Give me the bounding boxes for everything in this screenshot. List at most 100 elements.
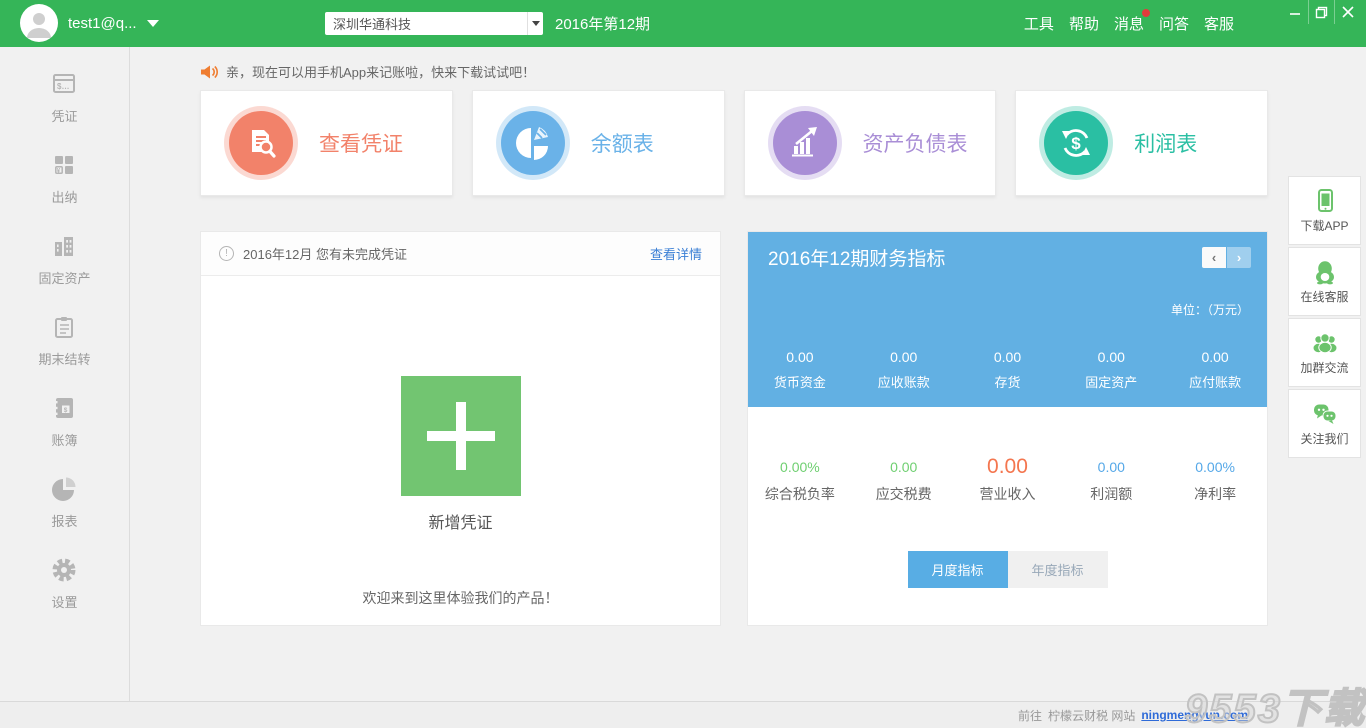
menu-messages[interactable]: 消息 bbox=[1114, 13, 1144, 34]
follow-us-button[interactable]: 关注我们 bbox=[1288, 389, 1361, 458]
tab-annual-indicators[interactable]: 年度指标 bbox=[1008, 551, 1108, 588]
info-icon: ! bbox=[219, 246, 234, 261]
select-arrow-zone[interactable] bbox=[527, 12, 543, 35]
welcome-text: 欢迎来到这里体验我们的产品！ bbox=[201, 588, 720, 608]
balance-table-icon bbox=[501, 111, 565, 175]
notice-text: 亲，现在可以用手机App来记账啦，快来下载试试吧！ bbox=[226, 62, 535, 81]
period-closing-icon bbox=[51, 314, 77, 340]
card-label: 利润表 bbox=[1134, 128, 1197, 158]
sidebar-item-fixed-assets[interactable]: 固定资产 bbox=[38, 233, 90, 287]
tool-label: 加群交流 bbox=[1300, 359, 1348, 376]
menu-qa[interactable]: 问答 bbox=[1159, 13, 1189, 34]
view-voucher-icon bbox=[229, 111, 293, 175]
finance-panel: 2016年12期财务指标 ‹ › 单位：（万元） 0.00 货币资金 0.00 bbox=[747, 231, 1268, 626]
voucher-notice: 2016年12月 您有未完成凭证 bbox=[243, 244, 407, 263]
fixed-assets-icon bbox=[51, 233, 77, 259]
footer-site-link[interactable]: ningmengyun.com bbox=[1141, 708, 1248, 722]
menu-service[interactable]: 客服 bbox=[1204, 13, 1234, 34]
topbar: test1@q... 深圳华通科技 2016年第12期 工具 帮助 消息 问答 … bbox=[0, 0, 1366, 47]
window-controls bbox=[1282, 0, 1360, 24]
stat-fixed-assets: 0.00 固定资产 bbox=[1059, 349, 1163, 391]
balance-sheet-icon bbox=[773, 111, 837, 175]
minimize-button[interactable] bbox=[1282, 0, 1308, 24]
restore-button[interactable] bbox=[1308, 0, 1334, 24]
add-voucher-button[interactable] bbox=[401, 376, 521, 496]
join-group-button[interactable]: 加群交流 bbox=[1288, 318, 1361, 387]
stat-accounts-receivable: 0.00 应收账款 bbox=[852, 349, 956, 391]
menu-tools[interactable]: 工具 bbox=[1024, 13, 1054, 34]
dashboard-panels: ! 2016年12月 您有未完成凭证 查看详情 新增凭证 欢迎来到这里体验我们的… bbox=[200, 231, 1268, 626]
group-icon bbox=[1312, 330, 1338, 356]
unit-label: 单位：（万元） bbox=[1171, 301, 1249, 318]
close-icon bbox=[1342, 6, 1354, 18]
sidebar-item-label: 出纳 bbox=[51, 187, 77, 206]
stat-net-profit-rate: 0.00% 净利率 bbox=[1163, 459, 1267, 504]
svg-text:$: $ bbox=[64, 407, 68, 414]
stat-operating-revenue: 0.00 营业收入 bbox=[956, 459, 1060, 504]
wechat-icon bbox=[1312, 401, 1338, 427]
side-toolbar: 下载APP 在线客服 加群交流 关注我们 bbox=[1288, 176, 1361, 458]
card-view-voucher[interactable]: 查看凭证 bbox=[200, 90, 453, 196]
sidebar-item-label: 设置 bbox=[51, 592, 77, 611]
close-button[interactable] bbox=[1334, 0, 1360, 24]
user-icon bbox=[20, 4, 58, 42]
account-name: test1@q... bbox=[68, 15, 137, 32]
tool-label: 下载APP bbox=[1300, 217, 1348, 234]
voucher-panel-header: ! 2016年12月 您有未完成凭证 查看详情 bbox=[201, 232, 720, 276]
finance-title: 2016年12期财务指标 bbox=[768, 244, 945, 271]
download-app-button[interactable]: 下载APP bbox=[1288, 176, 1361, 245]
cashier-icon: ¥ bbox=[51, 152, 77, 178]
stat-inventory: 0.00 存货 bbox=[956, 349, 1060, 391]
sidebar: $… 凭证 ¥ 出纳 固定资产 期末结转 bbox=[0, 47, 130, 701]
sidebar-item-label: 凭证 bbox=[51, 106, 77, 125]
card-label: 余额表 bbox=[591, 128, 654, 158]
card-income-statement[interactable]: $ 利润表 bbox=[1015, 90, 1268, 196]
footer-site-name: 柠檬云财税 网站 bbox=[1048, 707, 1135, 724]
add-voucher-label: 新增凭证 bbox=[201, 509, 720, 533]
sidebar-item-reports[interactable]: 报表 bbox=[51, 476, 77, 530]
sidebar-item-period-closing[interactable]: 期末结转 bbox=[38, 314, 90, 368]
company-select[interactable]: 深圳华通科技 bbox=[325, 12, 543, 35]
indicator-tabs: 月度指标 年度指标 bbox=[748, 551, 1267, 588]
stat-taxes-payable: 0.00 应交税费 bbox=[852, 459, 956, 504]
prev-period-button[interactable]: ‹ bbox=[1202, 247, 1226, 268]
chevron-down-icon bbox=[532, 21, 540, 26]
next-period-button[interactable]: › bbox=[1227, 247, 1251, 268]
notification-dot bbox=[1142, 9, 1150, 17]
minimize-icon bbox=[1289, 6, 1301, 18]
sidebar-item-settings[interactable]: 设置 bbox=[51, 557, 77, 611]
phone-icon bbox=[1312, 188, 1338, 214]
sidebar-item-ledger[interactable]: $ 账簿 bbox=[51, 395, 77, 449]
menu-help[interactable]: 帮助 bbox=[1069, 13, 1099, 34]
speaker-icon bbox=[200, 64, 218, 80]
avatar[interactable] bbox=[20, 4, 58, 42]
view-details-link[interactable]: 查看详情 bbox=[650, 244, 702, 263]
stat-profit: 0.00 利润额 bbox=[1059, 459, 1163, 504]
sidebar-item-label: 固定资产 bbox=[38, 268, 90, 287]
tab-monthly-indicators[interactable]: 月度指标 bbox=[908, 551, 1008, 588]
main-content: 亲，现在可以用手机App来记账啦，快来下载试试吧！ 查看凭证 bbox=[131, 47, 1366, 701]
reports-icon bbox=[51, 476, 77, 502]
ledger-icon: $ bbox=[51, 395, 77, 421]
sidebar-item-label: 报表 bbox=[51, 511, 77, 530]
shortcut-cards: 查看凭证 余额表 bbox=[200, 90, 1268, 196]
blue-stats-row: 0.00 货币资金 0.00 应收账款 0.00 存货 0.00 bbox=[748, 349, 1267, 391]
sidebar-item-voucher[interactable]: $… 凭证 bbox=[51, 71, 77, 125]
svg-text:$: $ bbox=[1072, 134, 1082, 153]
account-dropdown[interactable]: test1@q... bbox=[68, 0, 159, 47]
menu-messages-label: 消息 bbox=[1114, 16, 1144, 33]
top-menu: 工具 帮助 消息 问答 客服 bbox=[1024, 0, 1234, 47]
chevron-down-icon bbox=[147, 20, 159, 27]
online-service-button[interactable]: 在线客服 bbox=[1288, 247, 1361, 316]
footer-prefix: 前往 bbox=[1018, 707, 1042, 724]
period-label: 2016年第12期 bbox=[555, 0, 650, 47]
card-balance-sheet[interactable]: 资产负债表 bbox=[744, 90, 997, 196]
sidebar-item-cashier[interactable]: ¥ 出纳 bbox=[51, 152, 77, 206]
white-stats-row: 0.00% 综合税负率 0.00 应交税费 0.00 营业收入 0.00 利润额 bbox=[748, 459, 1267, 504]
stat-monetary-funds: 0.00 货币资金 bbox=[748, 349, 852, 391]
card-balance-table[interactable]: 余额表 bbox=[472, 90, 725, 196]
sidebar-item-label: 期末结转 bbox=[38, 349, 90, 368]
restore-icon bbox=[1315, 6, 1328, 19]
voucher-icon: $… bbox=[51, 71, 77, 97]
voucher-panel: ! 2016年12月 您有未完成凭证 查看详情 新增凭证 欢迎来到这里体验我们的… bbox=[200, 231, 721, 626]
